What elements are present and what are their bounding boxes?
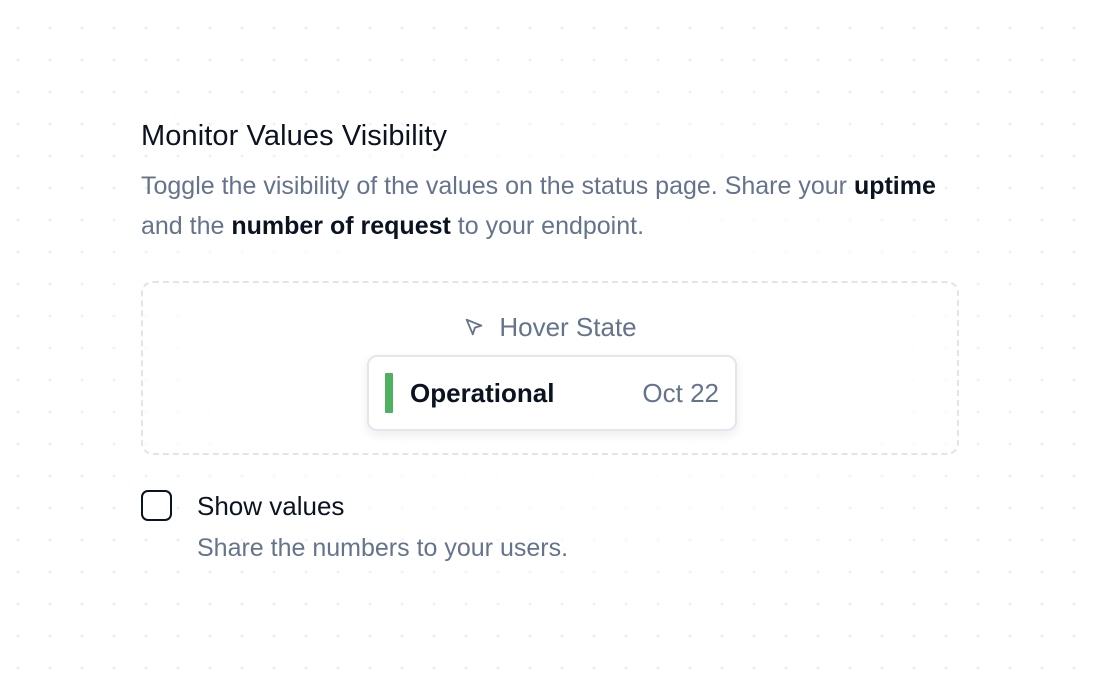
status-color-bar bbox=[385, 373, 393, 413]
description-bold-requests: number of request bbox=[231, 212, 451, 240]
show-values-checkbox[interactable] bbox=[141, 490, 172, 521]
status-text: Operational bbox=[410, 377, 555, 408]
description-text: Toggle the visibility of the values on t… bbox=[141, 172, 854, 200]
hover-preview-box: Hover State Operational Oct 22 bbox=[141, 281, 959, 455]
description-bold-uptime: uptime bbox=[853, 172, 936, 200]
hover-state-text: Hover State bbox=[499, 312, 637, 342]
show-values-help: Share the numbers to your users. bbox=[197, 534, 569, 562]
show-values-label[interactable]: Show values bbox=[197, 489, 344, 523]
description-text: to your endpoint. bbox=[450, 212, 645, 240]
status-date: Oct 22 bbox=[642, 377, 719, 408]
status-tooltip: Operational Oct 22 bbox=[367, 355, 737, 431]
hover-state-label: Hover State bbox=[143, 311, 957, 343]
settings-section: Monitor Values Visibility Toggle the vis… bbox=[141, 116, 961, 246]
section-title: Monitor Values Visibility bbox=[141, 120, 448, 152]
cursor-pointer-icon bbox=[466, 318, 483, 336]
section-description: Toggle the visibility of the values on t… bbox=[141, 166, 941, 246]
description-text: and the bbox=[141, 212, 232, 240]
